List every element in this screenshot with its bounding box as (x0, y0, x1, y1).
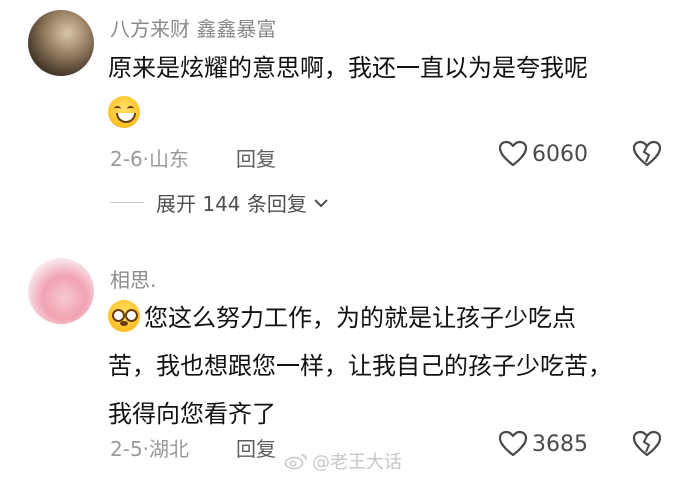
broken-heart-icon (632, 140, 662, 167)
comment-text-line: 苦，我也想跟您一样，让我自己的孩子少吃苦， (108, 352, 612, 380)
comment-text: 您这么努力工作，为的就是让孩子少吃点 苦，我也想跟您一样，让我自己的孩子少吃苦，… (108, 298, 668, 434)
expand-replies-button[interactable]: 展开 144 条回复 (110, 188, 329, 217)
username[interactable]: 八方来财 鑫鑫暴富 (110, 13, 276, 42)
username[interactable]: 相思. (110, 264, 156, 293)
expand-replies-label: 展开 144 条回复 (156, 192, 307, 216)
dislike-button[interactable] (632, 140, 662, 172)
reply-button[interactable]: 回复 (236, 433, 276, 462)
weibo-logo-icon (284, 454, 307, 470)
pleading-face-icon (108, 300, 140, 332)
comment-text: 原来是炫耀的意思啊，我还一直以为是夸我呢 (108, 48, 668, 134)
date-location: 2-6·山东 (110, 147, 190, 171)
comment-text-line: 您这么努力工作，为的就是让孩子少吃点 (108, 298, 668, 338)
divider (110, 202, 144, 203)
grinning-face-icon (108, 96, 140, 128)
like-count: 6060 (532, 141, 588, 167)
avatar[interactable] (28, 10, 94, 76)
watermark: @老王大话 (284, 448, 402, 474)
avatar[interactable] (28, 258, 94, 324)
like-count: 3685 (532, 431, 588, 457)
broken-heart-icon (632, 430, 662, 457)
heart-icon (498, 430, 528, 457)
emoji-line (108, 94, 668, 134)
date-location: 2-5·湖北 (110, 437, 190, 461)
chevron-down-icon (314, 198, 328, 207)
like-button[interactable]: 6060 (498, 140, 588, 168)
watermark-text: @老王大话 (312, 452, 402, 473)
comment-text-line: 我得向您看齐了 (108, 400, 276, 428)
comment-text-segment: 您这么努力工作，为的就是让孩子少吃点 (144, 304, 576, 332)
reply-button[interactable]: 回复 (236, 143, 276, 172)
heart-icon (498, 140, 528, 167)
dislike-button[interactable] (632, 430, 662, 462)
comment-text-line: 原来是炫耀的意思啊，我还一直以为是夸我呢 (108, 54, 588, 82)
like-button[interactable]: 3685 (498, 430, 588, 458)
